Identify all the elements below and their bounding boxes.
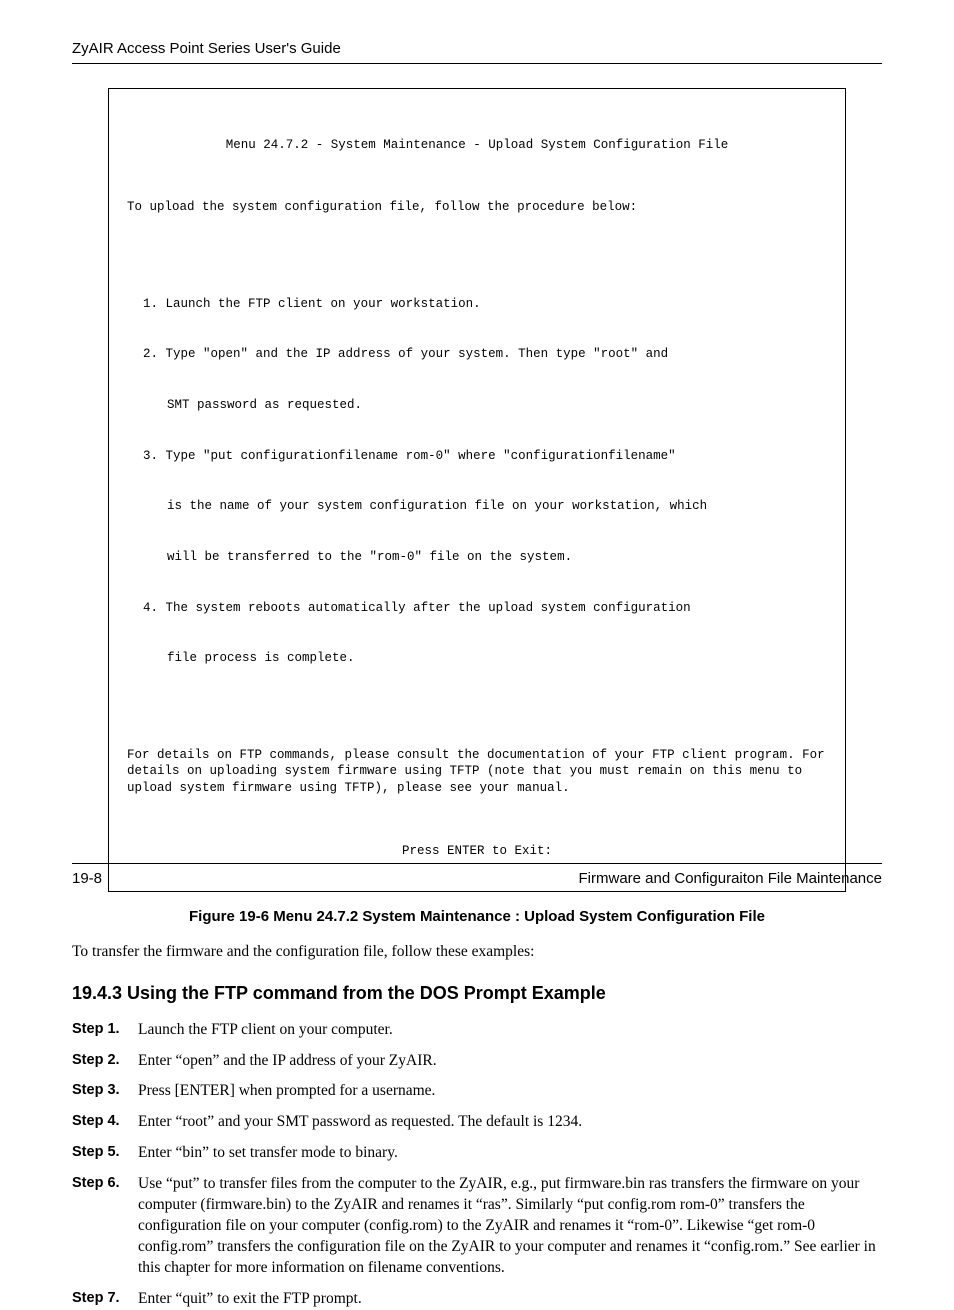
step-text: Enter “bin” to set transfer mode to bina… xyxy=(138,1143,882,1164)
step-label: Step 3. xyxy=(72,1081,138,1102)
footer-section-title: Firmware and Configuraiton File Maintena… xyxy=(579,870,882,887)
terminal-paragraph: For details on FTP commands, please cons… xyxy=(127,747,827,798)
step-text: Press [ENTER] when prompted for a userna… xyxy=(138,1081,882,1102)
terminal-item-4-cont: file process is complete. xyxy=(167,650,827,667)
terminal-title: Menu 24.7.2 - System Maintenance - Uploa… xyxy=(127,137,827,154)
figure-caption: Figure 19-6 Menu 24.7.2 System Maintenan… xyxy=(72,908,882,925)
step-text: Enter “open” and the IP address of your … xyxy=(138,1051,882,1072)
step-label: Step 5. xyxy=(72,1143,138,1164)
terminal-intro: To upload the system configuration file,… xyxy=(127,199,827,216)
terminal-item-4: 4. The system reboots automatically afte… xyxy=(143,600,827,617)
step-label: Step 7. xyxy=(72,1289,138,1310)
step-text: Enter “root” and your SMT password as re… xyxy=(138,1112,882,1133)
terminal-list: 1. Launch the FTP client on your worksta… xyxy=(127,262,827,701)
section-heading: 19.4.3 Using the FTP command from the DO… xyxy=(72,983,882,1004)
steps-list: Step 1. Launch the FTP client on your co… xyxy=(72,1020,882,1310)
step-text: Use “put” to transfer files from the com… xyxy=(138,1174,882,1279)
step-6: Step 6. Use “put” to transfer files from… xyxy=(72,1174,882,1279)
terminal-item-1: 1. Launch the FTP client on your worksta… xyxy=(143,296,827,313)
step-label: Step 6. xyxy=(72,1174,138,1279)
terminal-item-2: 2. Type "open" and the IP address of you… xyxy=(143,346,827,363)
header-title: ZyAIR Access Point Series User's Guide xyxy=(72,40,341,57)
step-label: Step 2. xyxy=(72,1051,138,1072)
terminal-exit: Press ENTER to Exit: xyxy=(127,843,827,860)
intro-text: To transfer the firmware and the configu… xyxy=(72,943,882,961)
step-3: Step 3. Press [ENTER] when prompted for … xyxy=(72,1081,882,1102)
terminal-item-3: 3. Type "put configurationfilename rom-0… xyxy=(143,448,827,465)
step-7: Step 7. Enter “quit” to exit the FTP pro… xyxy=(72,1289,882,1310)
page-header: ZyAIR Access Point Series User's Guide xyxy=(72,40,882,64)
step-label: Step 4. xyxy=(72,1112,138,1133)
step-2: Step 2. Enter “open” and the IP address … xyxy=(72,1051,882,1072)
step-text: Launch the FTP client on your computer. xyxy=(138,1020,882,1041)
step-5: Step 5. Enter “bin” to set transfer mode… xyxy=(72,1143,882,1164)
terminal-item-3-cont-a: is the name of your system configuration… xyxy=(167,498,827,515)
terminal-item-2-cont: SMT password as requested. xyxy=(167,397,827,414)
step-text: Enter “quit” to exit the FTP prompt. xyxy=(138,1289,882,1310)
step-label: Step 1. xyxy=(72,1020,138,1041)
terminal-screen: Menu 24.7.2 - System Maintenance - Uploa… xyxy=(108,88,846,892)
step-1: Step 1. Launch the FTP client on your co… xyxy=(72,1020,882,1041)
terminal-item-3-cont-b: will be transferred to the "rom-0" file … xyxy=(167,549,827,566)
step-4: Step 4. Enter “root” and your SMT passwo… xyxy=(72,1112,882,1133)
footer-page-number: 19-8 xyxy=(72,870,102,887)
page-footer: 19-8 Firmware and Configuraiton File Mai… xyxy=(72,863,882,887)
